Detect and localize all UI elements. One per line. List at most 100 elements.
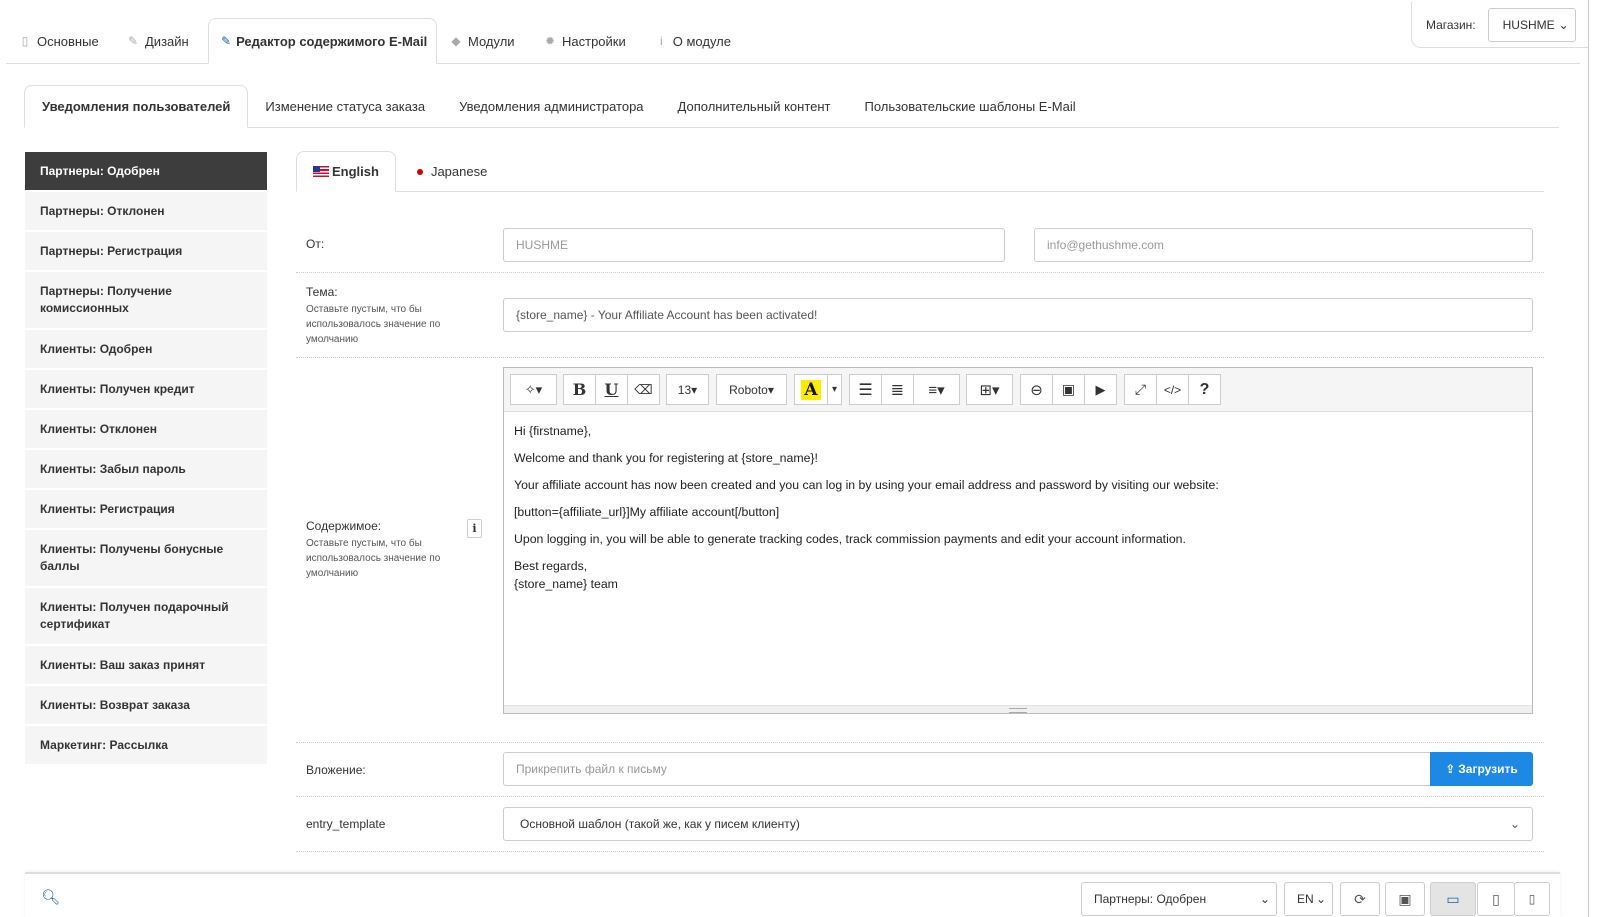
- from-email-placeholder: info@gethushme.com: [1047, 238, 1164, 252]
- nav-item[interactable]: Клиенты: Получен подарочный сертификат: [25, 588, 267, 644]
- tab-label: Редактор содержимого E-Mail: [236, 33, 428, 49]
- preview-language-value: EN: [1297, 892, 1314, 906]
- editor-line: Welcome and thank you for registering at…: [514, 451, 818, 465]
- editor-resize-handle[interactable]: [504, 705, 1532, 713]
- nav-item[interactable]: Клиенты: Одобрен: [25, 330, 267, 368]
- image-icon[interactable]: ▣: [1052, 374, 1085, 405]
- tab-about[interactable]: i О модуле: [643, 19, 743, 63]
- table-icon[interactable]: ⊞▾: [966, 374, 1013, 405]
- page-scrollbar[interactable]: [1588, 0, 1589, 917]
- nav-item[interactable]: Клиенты: Возврат заказа: [25, 686, 267, 724]
- font-family-select[interactable]: Roboto ▾: [716, 374, 787, 405]
- nav-item[interactable]: Клиенты: Отклонен: [25, 410, 267, 448]
- nav-item[interactable]: Клиенты: Забыл пароль: [25, 450, 267, 488]
- editor-toolbar: ✧▾ B U ⌫ 13 ▾ Roboto ▾ A ▾ ☰ ≣ ≡▾ ⊞▾ ⊖ ▣…: [504, 368, 1532, 412]
- tab-lang-english[interactable]: English: [296, 151, 396, 192]
- chevron-down-icon: ⌄: [1315, 892, 1326, 906]
- preview-language-select[interactable]: EN ⌄: [1284, 882, 1333, 916]
- subject-input[interactable]: {store_name} - Your Affiliate Account ha…: [503, 298, 1533, 332]
- from-name-input[interactable]: HUSHME: [503, 228, 1005, 262]
- text-color-button[interactable]: A: [794, 374, 828, 405]
- tab-admin-notifications[interactable]: Уведомления администратора: [442, 85, 660, 127]
- tab-email-editor[interactable]: ✎ Редактор содержимого E-Mail: [208, 18, 437, 64]
- from-label: От:: [306, 237, 325, 251]
- bold-button[interactable]: B: [563, 374, 596, 405]
- top-tabs: ▯ Основные ✎ Дизайн ✎ Редактор содержимо…: [6, 16, 1580, 64]
- template-value: Основной шаблон (такой же, как у писем к…: [520, 817, 800, 831]
- nav-item[interactable]: Партнеры: Получение комиссионных: [25, 272, 267, 328]
- nav-item[interactable]: Клиенты: Получены бонусные баллы: [25, 530, 267, 586]
- search-icon[interactable]: 🔍︎: [41, 888, 60, 906]
- desktop-view-icon[interactable]: ▭: [1430, 882, 1476, 916]
- template-select[interactable]: Основной шаблон (такой же, как у писем к…: [503, 807, 1533, 841]
- tab-label: Настройки: [562, 33, 626, 49]
- tab-design[interactable]: ✎ Дизайн: [114, 19, 208, 63]
- tab-label: Модули: [468, 33, 515, 49]
- attachment-input[interactable]: Прикрепить файл к письму: [503, 752, 1431, 786]
- content-label-group: Содержимое: Оставьте пустым, что бы испо…: [306, 519, 466, 581]
- tab-modules[interactable]: ◆ Модули: [437, 19, 531, 63]
- nav-item[interactable]: Маркетинг: Рассылка: [25, 726, 267, 764]
- tab-label: О модуле: [672, 33, 731, 49]
- from-email-input[interactable]: info@gethushme.com: [1034, 228, 1533, 262]
- align-icon[interactable]: ≡▾: [913, 374, 960, 405]
- font-size-value: 13: [677, 382, 692, 397]
- magic-wand-icon[interactable]: ✧▾: [510, 374, 557, 405]
- tab-additional-content[interactable]: Дополнительный контент: [661, 85, 848, 127]
- store-select[interactable]: HUSHME ⌄: [1487, 7, 1576, 42]
- font-size-select[interactable]: 13 ▾: [666, 374, 709, 405]
- editor-line: [button={affiliate_url}]My affiliate acc…: [514, 505, 780, 519]
- color-dropdown-icon[interactable]: ▾: [827, 374, 842, 405]
- nav-item[interactable]: Клиенты: Получен кредит: [25, 370, 267, 408]
- brush-icon: ✎: [127, 34, 139, 48]
- link-icon[interactable]: ⊖: [1020, 374, 1053, 405]
- eraser-icon[interactable]: ⌫: [627, 374, 660, 405]
- attachment-placeholder: Прикрепить файл к письму: [516, 762, 667, 776]
- upload-label: Загрузить: [1458, 762, 1518, 776]
- preview-template-value: Партнеры: Одобрен: [1094, 892, 1207, 906]
- rich-text-editor: ✧▾ B U ⌫ 13 ▾ Roboto ▾ A ▾ ☰ ≣ ≡▾ ⊞▾ ⊖ ▣…: [503, 367, 1533, 714]
- nav-item[interactable]: Партнеры: Одобрен: [25, 152, 267, 190]
- caret-down-icon: ▾: [767, 382, 774, 397]
- font-family-value: Roboto: [729, 382, 768, 397]
- editor-content[interactable]: Hi {firstname}, Welcome and thank you fo…: [504, 412, 1532, 603]
- video-icon[interactable]: ▶: [1084, 374, 1117, 405]
- fullscreen-icon[interactable]: ⤢: [1124, 374, 1157, 405]
- tab-order-status[interactable]: Изменение статуса заказа: [248, 85, 442, 127]
- store-label: Магазин:: [1426, 17, 1476, 32]
- template-label: entry_template: [306, 817, 386, 831]
- pencil-icon: ✎: [221, 34, 232, 48]
- subject-hint: Оставьте пустым, что бы использовалось з…: [306, 304, 441, 345]
- bullet-list-icon[interactable]: ☰: [849, 374, 882, 405]
- nav-item[interactable]: Партнеры: Отклонен: [25, 192, 267, 230]
- underline-button[interactable]: U: [595, 374, 628, 405]
- numbered-list-icon[interactable]: ≣: [881, 374, 914, 405]
- tab-custom-templates[interactable]: Пользовательские шаблоны E-Mail: [848, 85, 1093, 127]
- tab-basic[interactable]: ▯ Основные: [6, 19, 114, 63]
- code-view-button[interactable]: </>: [1156, 374, 1189, 405]
- gear-icon: ✹: [544, 34, 556, 48]
- chevron-down-icon: ⌄: [1259, 892, 1270, 906]
- tablet-view-icon[interactable]: ▯: [1477, 882, 1515, 916]
- nav-item[interactable]: Клиенты: Регистрация: [25, 490, 267, 528]
- editor-line: Best regards,: [514, 559, 588, 573]
- upload-button[interactable]: ⇪ Загрузить: [1430, 752, 1533, 786]
- lang-label: Japanese: [430, 163, 488, 179]
- info-icon[interactable]: i: [467, 519, 482, 538]
- subject-value: {store_name} - Your Affiliate Account ha…: [516, 308, 818, 322]
- email-type-nav: Партнеры: Одобрен Партнеры: Отклонен Пар…: [25, 152, 267, 766]
- us-flag-icon: [313, 166, 329, 177]
- nav-item[interactable]: Клиенты: Ваш заказ принят: [25, 646, 267, 684]
- editor-line: {store_name} team: [514, 577, 618, 591]
- editor-line: Hi {firstname},: [514, 424, 592, 438]
- editor-line: Upon logging in, you will be able to gen…: [514, 532, 1186, 546]
- tab-settings[interactable]: ✹ Настройки: [531, 19, 643, 63]
- nav-item[interactable]: Партнеры: Регистрация: [25, 232, 267, 270]
- refresh-icon[interactable]: ⟳: [1340, 882, 1380, 916]
- preview-template-select[interactable]: Партнеры: Одобрен ⌄: [1081, 882, 1277, 916]
- mobile-view-icon[interactable]: ▯: [1514, 882, 1550, 916]
- tab-lang-japanese[interactable]: Japanese: [396, 151, 503, 191]
- image-icon[interactable]: ▣: [1385, 882, 1425, 916]
- help-button[interactable]: ?: [1188, 374, 1221, 405]
- tab-user-notifications[interactable]: Уведомления пользователей: [24, 85, 249, 128]
